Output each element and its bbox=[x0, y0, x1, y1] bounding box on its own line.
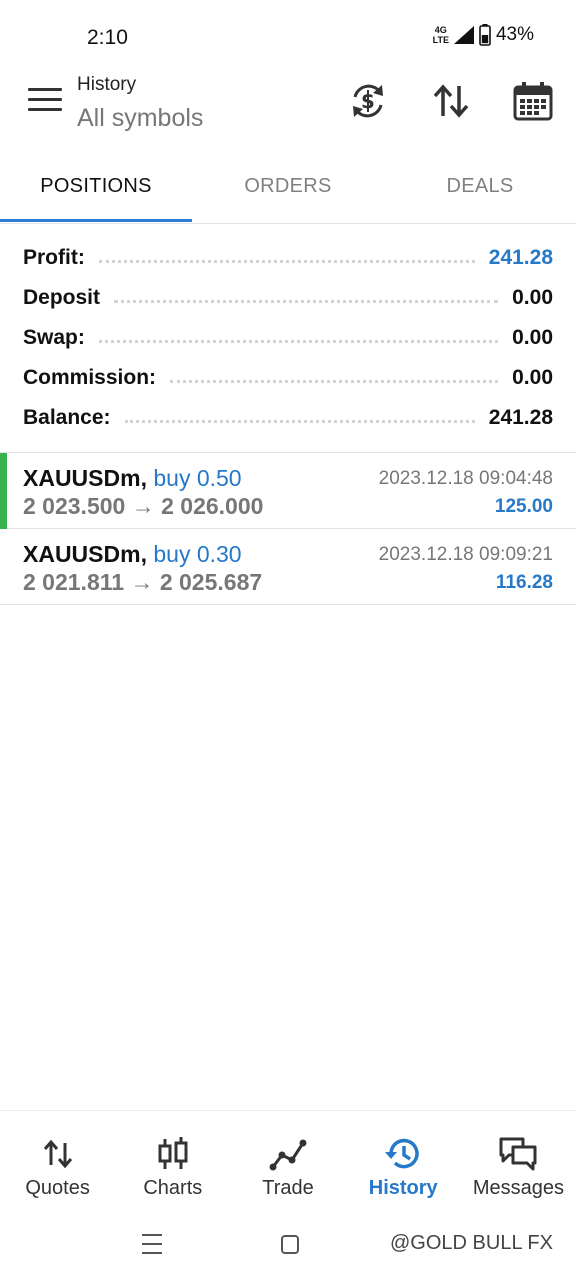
summary-value: 0.00 bbox=[512, 366, 553, 389]
battery-icon bbox=[479, 24, 491, 46]
dotted-leader bbox=[170, 379, 499, 383]
recent-apps-icon[interactable] bbox=[142, 1234, 162, 1254]
summary-label: Profit: bbox=[23, 246, 85, 269]
nav-label: Quotes bbox=[25, 1177, 90, 1199]
summary-value: 241.28 bbox=[488, 406, 553, 429]
charts-icon bbox=[158, 1137, 188, 1169]
sort-icon[interactable] bbox=[430, 80, 472, 122]
active-tab-indicator bbox=[0, 219, 192, 222]
dotted-leader bbox=[98, 259, 475, 263]
position-highlight-bar bbox=[0, 453, 7, 529]
symbol-text: XAUUSDm, bbox=[23, 541, 147, 567]
dotted-leader bbox=[114, 299, 499, 303]
menu-icon[interactable] bbox=[28, 88, 62, 118]
tab-deals[interactable]: DEALS bbox=[384, 156, 576, 223]
positions-list: XAUUSDm, buy 0.50 2 023.500 → 2 026.000 … bbox=[0, 452, 576, 605]
dotted-leader bbox=[124, 419, 475, 423]
home-icon[interactable] bbox=[281, 1235, 299, 1254]
nav-label: Messages bbox=[472, 1177, 564, 1199]
status-bar: 2:10 4G LTE 43% bbox=[0, 0, 576, 66]
nav-label: Charts bbox=[143, 1177, 203, 1199]
status-indicators: 4G LTE 43% bbox=[433, 24, 534, 46]
trade-icon bbox=[269, 1139, 307, 1171]
position-side: buy 0.30 bbox=[153, 541, 242, 567]
symbol-filter[interactable]: All symbols bbox=[77, 104, 203, 133]
nav-label: History bbox=[368, 1177, 438, 1199]
nav-messages[interactable]: Messages bbox=[461, 1111, 576, 1210]
quotes-icon bbox=[43, 1139, 72, 1169]
summary-label: Swap: bbox=[23, 326, 85, 349]
page-title: History bbox=[77, 74, 137, 95]
nav-trade[interactable]: Trade bbox=[230, 1111, 345, 1210]
position-row[interactable]: XAUUSDm, buy 0.30 2 021.811 → 2 025.687 … bbox=[0, 529, 576, 605]
position-symbol: XAUUSDm, buy 0.30 bbox=[23, 541, 242, 568]
tab-orders[interactable]: ORDERS bbox=[192, 156, 384, 223]
account-summary: Profit: 241.28 Deposit 0.00 Swap: 0.00 C… bbox=[0, 238, 576, 438]
summary-row-swap: Swap: 0.00 bbox=[0, 318, 576, 358]
position-time: 2023.12.18 09:04:48 bbox=[378, 468, 553, 489]
summary-row-commission: Commission: 0.00 bbox=[0, 358, 576, 398]
app-header: History All symbols S bbox=[0, 66, 576, 156]
system-navigation-bar: @GOLD BULL FX bbox=[0, 1210, 576, 1280]
signal-icon bbox=[453, 26, 474, 44]
symbol-text: XAUUSDm, bbox=[23, 465, 147, 491]
position-side: buy 0.50 bbox=[153, 465, 242, 491]
summary-label: Balance: bbox=[23, 406, 111, 429]
bottom-navigation: Quotes Charts Trade History Messages bbox=[0, 1110, 576, 1210]
messages-icon bbox=[499, 1137, 537, 1171]
status-time: 2:10 bbox=[87, 26, 128, 49]
network-4g-label: 4G bbox=[434, 25, 447, 35]
nav-history[interactable]: History bbox=[346, 1111, 461, 1210]
battery-percent: 43% bbox=[495, 24, 534, 45]
summary-row-balance: Balance: 241.28 bbox=[0, 398, 576, 438]
position-prices: 2 023.500 → 2 026.000 bbox=[23, 493, 264, 519]
currency-exchange-icon[interactable]: S bbox=[347, 80, 389, 122]
position-row[interactable]: XAUUSDm, buy 0.50 2 023.500 → 2 026.000 … bbox=[0, 453, 576, 529]
tab-bar: POSITIONS ORDERS DEALS bbox=[0, 156, 576, 224]
dotted-leader bbox=[98, 339, 499, 343]
nav-charts[interactable]: Charts bbox=[115, 1111, 230, 1210]
position-profit: 125.00 bbox=[494, 496, 553, 517]
calendar-icon[interactable] bbox=[512, 80, 554, 122]
position-time: 2023.12.18 09:09:21 bbox=[378, 544, 553, 565]
position-symbol: XAUUSDm, buy 0.50 bbox=[23, 465, 242, 492]
summary-label: Deposit bbox=[23, 286, 101, 309]
history-icon bbox=[385, 1138, 419, 1169]
summary-label: Commission: bbox=[23, 366, 157, 389]
position-profit: 116.28 bbox=[495, 572, 553, 593]
nav-label: Trade bbox=[262, 1177, 314, 1199]
network-type: 4G LTE bbox=[433, 25, 449, 45]
summary-value: 0.00 bbox=[512, 286, 553, 309]
watermark: @GOLD BULL FX bbox=[390, 1232, 553, 1254]
position-prices: 2 021.811 → 2 025.687 bbox=[23, 569, 263, 595]
summary-value: 241.28 bbox=[488, 246, 553, 269]
summary-row-profit: Profit: 241.28 bbox=[0, 238, 576, 278]
nav-quotes[interactable]: Quotes bbox=[0, 1111, 115, 1210]
tab-positions[interactable]: POSITIONS bbox=[0, 156, 192, 223]
summary-value: 0.00 bbox=[512, 326, 553, 349]
summary-row-deposit: Deposit 0.00 bbox=[0, 278, 576, 318]
network-lte-label: LTE bbox=[432, 35, 449, 45]
